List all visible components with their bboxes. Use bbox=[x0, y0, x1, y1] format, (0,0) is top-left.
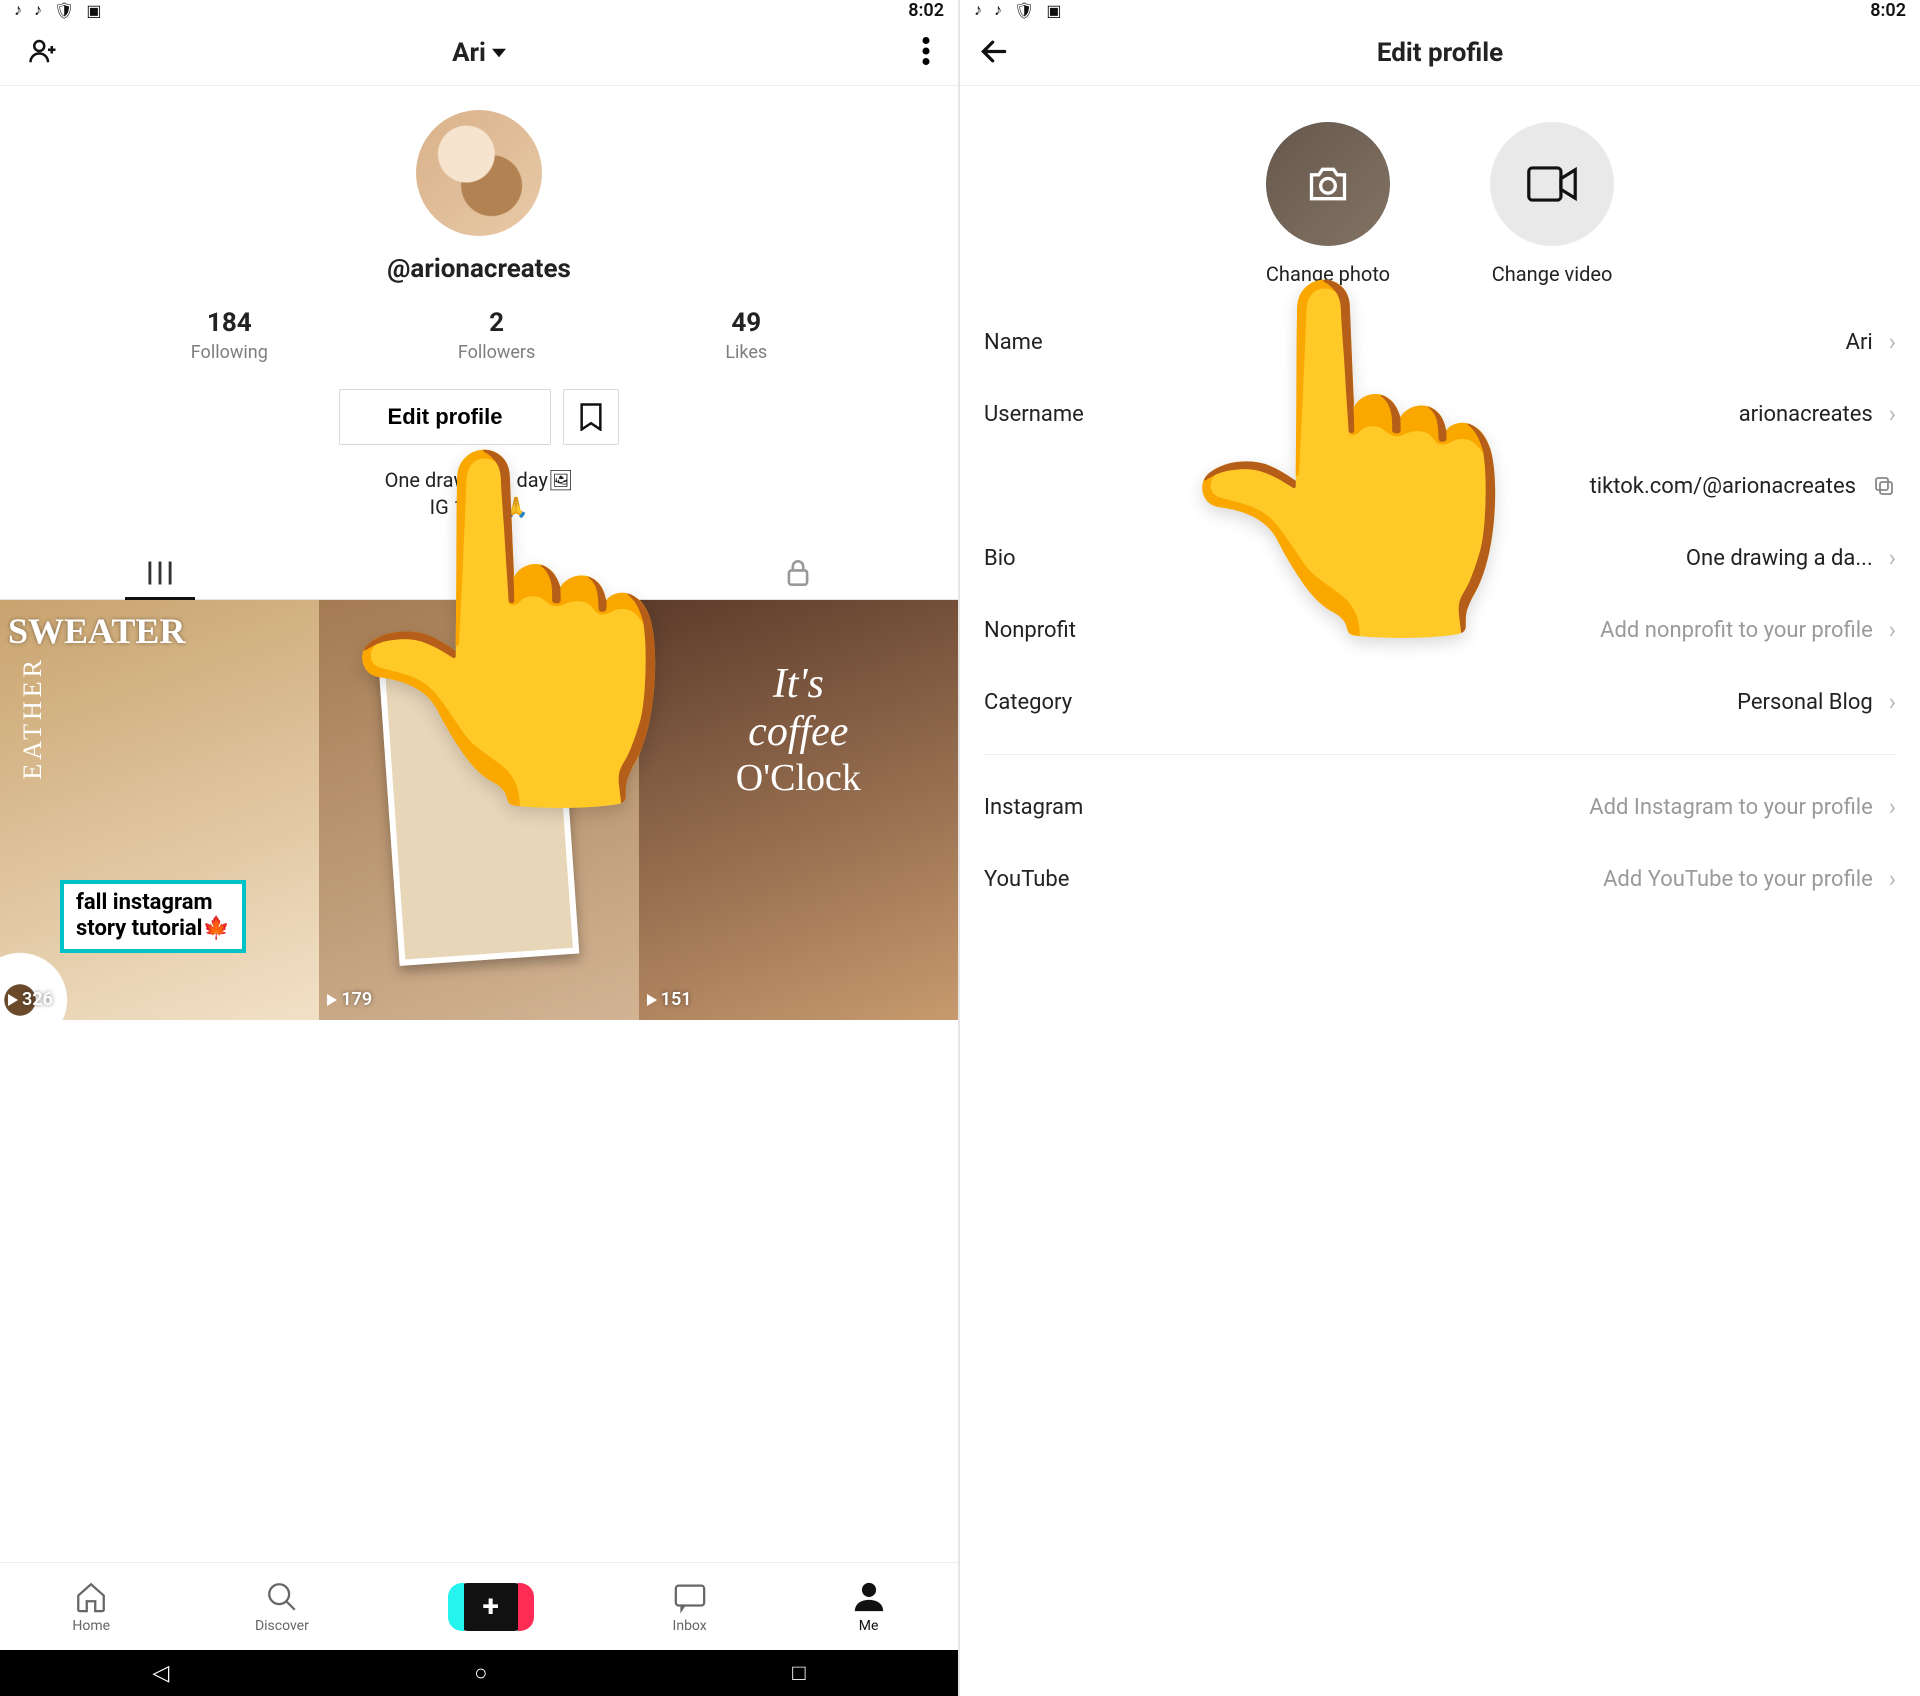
chevron-right-icon: › bbox=[1889, 793, 1896, 821]
row-username[interactable]: Username arionacreates› bbox=[984, 378, 1896, 450]
edit-profile-button[interactable]: Edit profile bbox=[339, 389, 552, 445]
row-bio[interactable]: Bio One drawing a da...› bbox=[984, 522, 1896, 594]
nav-home-icon[interactable]: ○ bbox=[474, 1660, 487, 1686]
edit-profile-header: Edit profile bbox=[960, 20, 1920, 86]
chevron-right-icon: › bbox=[1889, 544, 1896, 572]
status-icons: ♪♪🛡▣ bbox=[14, 0, 101, 20]
tab-grid[interactable] bbox=[0, 547, 319, 599]
media-picker-row: Change photo Change video bbox=[960, 86, 1920, 306]
row-category[interactable]: Category Personal Blog› bbox=[984, 666, 1896, 738]
chevron-right-icon: › bbox=[1889, 616, 1896, 644]
tab-discover[interactable]: Discover bbox=[255, 1580, 309, 1634]
profile-username: @arionacreates bbox=[387, 254, 571, 284]
bottom-tab-bar: Home Discover + Inbox Me bbox=[0, 1562, 958, 1650]
copy-icon[interactable] bbox=[1872, 474, 1896, 498]
profile-info: @arionacreates 184 Following 2 Followers… bbox=[0, 86, 958, 521]
status-time: 8:02 bbox=[1870, 0, 1906, 21]
change-video-label: Change video bbox=[1492, 262, 1613, 286]
change-video[interactable]: Change video bbox=[1490, 122, 1614, 286]
video-thumb-1[interactable]: SWEATER EATHER fall instagram story tuto… bbox=[0, 600, 319, 1020]
tab-inbox[interactable]: Inbox bbox=[673, 1580, 707, 1634]
thumb-caption: fall instagram story tutorial🍁 bbox=[60, 880, 246, 953]
section-divider bbox=[984, 754, 1896, 755]
more-options-button[interactable] bbox=[914, 29, 938, 76]
book-icon bbox=[379, 654, 579, 966]
nav-back-icon[interactable]: ◁ bbox=[152, 1661, 169, 1686]
profile-avatar[interactable] bbox=[416, 110, 542, 236]
tab-home[interactable]: Home bbox=[72, 1580, 110, 1634]
row-link[interactable]: tiktok.com/@arionacreates bbox=[984, 450, 1896, 522]
status-time: 8:02 bbox=[908, 0, 944, 21]
add-friend-button[interactable] bbox=[20, 28, 66, 77]
account-name: Ari bbox=[452, 38, 486, 68]
chevron-right-icon: › bbox=[1889, 328, 1896, 356]
photo-circle bbox=[1266, 122, 1390, 246]
chevron-right-icon: › bbox=[1889, 865, 1896, 893]
likes-stat[interactable]: 49 Likes bbox=[725, 308, 767, 363]
content-tabs bbox=[0, 547, 958, 600]
row-name[interactable]: Name Ari› bbox=[984, 306, 1896, 378]
status-bar-left: ♪♪🛡▣ 8:02 bbox=[0, 0, 958, 20]
row-nonprofit[interactable]: Nonprofit Add nonprofit to your profile› bbox=[984, 594, 1896, 666]
edit-profile-screen: ♪♪🛡▣ 8:02 Edit profile Change photo Chan… bbox=[960, 0, 1920, 1696]
status-bar-right: ♪♪🛡▣ 8:02 bbox=[960, 0, 1920, 20]
page-title: Edit profile bbox=[1377, 38, 1503, 68]
nav-recent-icon[interactable]: □ bbox=[792, 1660, 805, 1686]
play-count: 326 bbox=[8, 989, 53, 1010]
play-count: 179 bbox=[327, 989, 372, 1010]
change-photo-label: Change photo bbox=[1266, 262, 1390, 286]
tab-private[interactable] bbox=[639, 547, 958, 599]
change-photo[interactable]: Change photo bbox=[1266, 122, 1390, 286]
video-thumb-3[interactable]: It's coffee O'Clock 151 bbox=[639, 600, 958, 1020]
chevron-right-icon: › bbox=[1889, 688, 1896, 716]
profile-screen: ♪♪🛡▣ 8:02 Ari @arionacreates 184 Followi… bbox=[0, 0, 960, 1696]
profile-bio: One drawing a day🖼 IG 10:31🙏 bbox=[385, 467, 574, 521]
video-circle bbox=[1490, 122, 1614, 246]
profile-stats: 184 Following 2 Followers 49 Likes bbox=[96, 308, 862, 363]
video-thumb-2[interactable]: 179 bbox=[319, 600, 638, 1020]
status-icons: ♪♪🛡▣ bbox=[974, 0, 1061, 20]
profile-header: Ari bbox=[0, 20, 958, 86]
android-nav-bar: ◁ ○ □ bbox=[0, 1650, 958, 1696]
followers-stat[interactable]: 2 Followers bbox=[458, 308, 536, 363]
tab-me[interactable]: Me bbox=[852, 1580, 886, 1634]
row-youtube[interactable]: YouTube Add YouTube to your profile› bbox=[984, 843, 1896, 915]
video-grid: SWEATER EATHER fall instagram story tuto… bbox=[0, 600, 958, 1020]
tab-liked[interactable] bbox=[319, 547, 638, 599]
create-button[interactable]: + bbox=[454, 1583, 528, 1631]
following-stat[interactable]: 184 Following bbox=[191, 308, 268, 363]
account-switcher[interactable]: Ari bbox=[452, 38, 506, 68]
edit-rows: Name Ari› Username arionacreates› tiktok… bbox=[960, 306, 1920, 915]
back-button[interactable] bbox=[970, 27, 1018, 78]
row-instagram[interactable]: Instagram Add Instagram to your profile› bbox=[984, 771, 1896, 843]
play-count: 151 bbox=[647, 989, 692, 1010]
chevron-right-icon: › bbox=[1889, 400, 1896, 428]
thumb-text: It's coffee O'Clock bbox=[718, 660, 878, 800]
bookmarks-button[interactable] bbox=[563, 389, 619, 445]
